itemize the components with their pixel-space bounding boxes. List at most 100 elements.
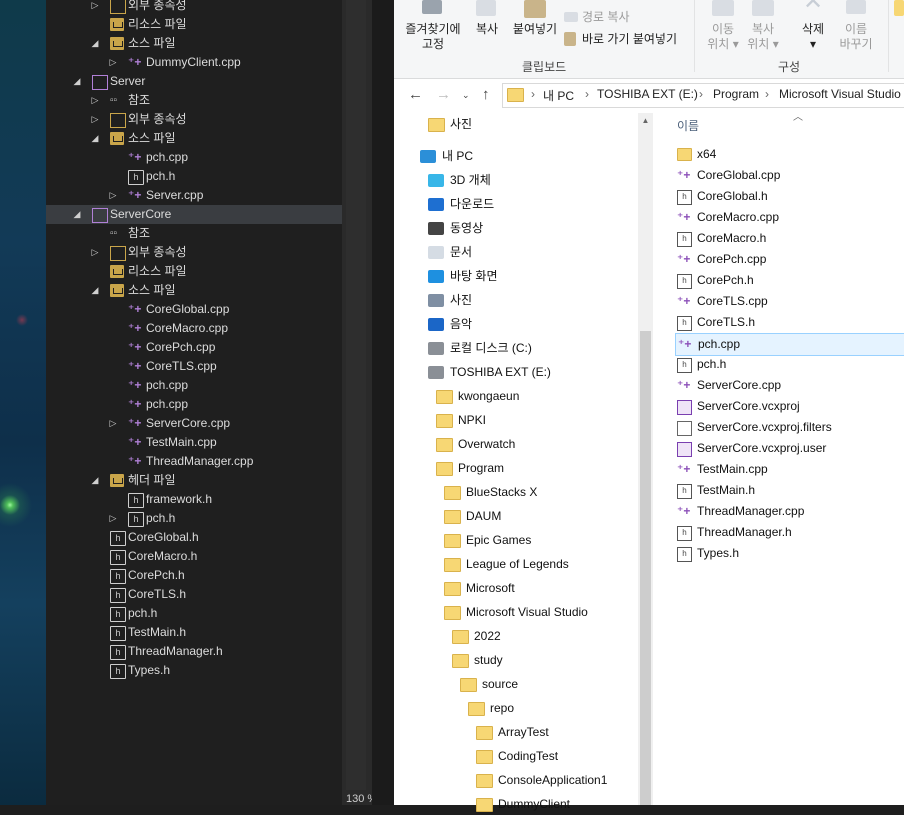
breadcrumb-drive[interactable]: TOSHIBA EXT (E:) xyxy=(597,87,698,101)
expand-arrow-icon[interactable]: ▷ xyxy=(90,0,100,15)
tree-item[interactable]: ▷ h pch.h xyxy=(46,509,342,528)
breadcrumb-separator-icon[interactable]: › xyxy=(699,87,703,101)
expand-arrow-icon[interactable]: ▷ xyxy=(108,186,118,205)
tree-item[interactable]: ▷ 외부 종속성 xyxy=(46,0,342,15)
tree-item[interactable]: ⁺+ CoreGlobal.cpp xyxy=(46,300,342,319)
file-row[interactable]: ServerCore.vcxproj.filters xyxy=(675,417,904,438)
file-row[interactable]: ⁺+ CoreGlobal.cpp xyxy=(675,165,904,186)
file-row[interactable]: x64 xyxy=(675,144,904,165)
breadcrumb-separator-icon[interactable]: › xyxy=(531,87,535,101)
tree-item[interactable]: h CoreTLS.h xyxy=(46,585,342,604)
copy-to-button[interactable]: 복사 위치 ▾ xyxy=(740,22,786,52)
tree-item[interactable]: ⁺+ CorePch.cpp xyxy=(46,338,342,357)
collapse-arrow-icon[interactable]: ◢ xyxy=(90,471,100,490)
name-column-header[interactable]: 이름 xyxy=(677,117,699,134)
tree-item[interactable]: ▷ 외부 종속성 xyxy=(46,243,342,262)
tree-item[interactable]: ◢ ServerCore xyxy=(46,205,342,224)
file-row[interactable]: ServerCore.vcxproj.user xyxy=(675,438,904,459)
file-row[interactable]: ⁺+ CorePch.cpp xyxy=(675,249,904,270)
file-row[interactable]: ServerCore.vcxproj xyxy=(675,396,904,417)
file-row[interactable]: ⁺+ ThreadManager.cpp xyxy=(675,501,904,522)
copy-path-button[interactable]: 경로 복사 xyxy=(582,10,630,25)
tree-item[interactable]: h pch.h xyxy=(46,167,342,186)
tree-item[interactable]: ◢ 소스 파일 xyxy=(46,34,342,53)
tree-item[interactable]: h CoreGlobal.h xyxy=(46,528,342,547)
tree-item[interactable]: ▷ ⁺+ Server.cpp xyxy=(46,186,342,205)
paste-shortcut-button[interactable]: 바로 가기 붙여넣기 xyxy=(582,32,677,47)
copy-button[interactable]: 복사 xyxy=(472,22,502,37)
delete-button[interactable]: 삭제 ▾ xyxy=(794,22,832,52)
scroll-thumb[interactable] xyxy=(346,0,366,790)
tree-item[interactable]: ⁺+ pch.cpp xyxy=(46,376,342,395)
file-row[interactable]: h CoreMacro.h xyxy=(675,228,904,249)
file-row[interactable]: ⁺+ CoreTLS.cpp xyxy=(675,291,904,312)
tree-item[interactable]: ▫▫ 참조 xyxy=(46,224,342,243)
tree-item-label: TestMain.h xyxy=(128,625,187,639)
file-row[interactable]: ⁺+ ServerCore.cpp xyxy=(675,375,904,396)
tree-item[interactable]: h CorePch.h xyxy=(46,566,342,585)
tree-item[interactable]: ◢ 소스 파일 xyxy=(46,129,342,148)
scroll-up-icon[interactable]: ▲ xyxy=(638,113,653,128)
tree-item[interactable]: ◢ 헤더 파일 xyxy=(46,471,342,490)
paste-button[interactable]: 붙여넣기 xyxy=(508,22,562,37)
expand-arrow-icon[interactable]: ▷ xyxy=(108,509,118,528)
tree-item[interactable]: ⁺+ TestMain.cpp xyxy=(46,433,342,452)
tree-item[interactable]: ▷ ⁺+ DummyClient.cpp xyxy=(46,53,342,72)
file-row[interactable]: ⁺+ TestMain.cpp xyxy=(675,459,904,480)
tree-item[interactable]: ⁺+ ThreadManager.cpp xyxy=(46,452,342,471)
tree-item[interactable]: h framework.h xyxy=(46,490,342,509)
expand-arrow-icon[interactable]: ▷ xyxy=(108,414,118,433)
collapse-arrow-icon[interactable]: ◢ xyxy=(90,129,100,148)
tree-item[interactable]: h ThreadManager.h xyxy=(46,642,342,661)
tree-item[interactable]: ◢ Server xyxy=(46,72,342,91)
tree-item[interactable]: ▷ ▫▫ 참조 xyxy=(46,91,342,110)
expand-arrow-icon[interactable]: ▷ xyxy=(90,110,100,129)
pin-to-quick-access-button[interactable]: 즐겨찾기에 고정 xyxy=(398,22,468,52)
recent-locations-chevron-icon[interactable]: ⌄ xyxy=(462,90,470,101)
breadcrumb-separator-icon[interactable]: › xyxy=(585,87,589,101)
tree-item[interactable]: h Types.h xyxy=(46,661,342,680)
file-row[interactable]: h CorePch.h xyxy=(675,270,904,291)
tree-item[interactable]: ▷ 외부 종속성 xyxy=(46,110,342,129)
address-bar[interactable]: › 내 PC › TOSHIBA EXT (E:) › Program › Mi… xyxy=(502,83,904,108)
up-arrow-icon[interactable]: ↑ xyxy=(482,86,490,103)
file-row[interactable]: ⁺+ CoreMacro.cpp xyxy=(675,207,904,228)
breadcrumb-visual-studio[interactable]: Microsoft Visual Studio xyxy=(779,87,901,101)
collapse-arrow-icon[interactable]: ◢ xyxy=(90,281,100,300)
scroll-thumb[interactable] xyxy=(640,331,651,805)
expand-arrow-icon[interactable]: ▷ xyxy=(108,53,118,72)
file-row[interactable]: h pch.h xyxy=(675,354,904,375)
collapse-arrow-icon[interactable]: ◢ xyxy=(72,72,82,91)
tree-item[interactable]: ◢ 소스 파일 xyxy=(46,281,342,300)
breadcrumb-separator-icon[interactable]: › xyxy=(765,87,769,101)
tree-item[interactable]: ⁺+ pch.cpp xyxy=(46,148,342,167)
file-row[interactable]: h CoreGlobal.h xyxy=(675,186,904,207)
file-row[interactable]: ⁺+ pch.cpp xyxy=(675,333,904,356)
navigation-pane-scrollbar[interactable]: ▲ xyxy=(638,113,653,805)
file-row[interactable]: h ThreadManager.h xyxy=(675,522,904,543)
rename-button[interactable]: 이름 바꾸기 xyxy=(834,22,878,52)
forward-arrow-icon[interactable]: → xyxy=(436,86,451,103)
tree-item[interactable]: h pch.h xyxy=(46,604,342,623)
nav-item-label: 다운로드 xyxy=(450,197,495,211)
tree-item[interactable]: ⁺+ pch.cpp xyxy=(46,395,342,414)
delete-icon: ✕ xyxy=(802,0,824,15)
file-row[interactable]: h TestMain.h xyxy=(675,480,904,501)
tree-item[interactable]: 리소스 파일 xyxy=(46,15,342,34)
breadcrumb-this-pc[interactable]: 내 PC xyxy=(543,87,574,104)
collapse-arrow-icon[interactable]: ◢ xyxy=(72,205,82,224)
back-arrow-icon[interactable]: ← xyxy=(408,86,423,103)
file-row[interactable]: h Types.h xyxy=(675,543,904,564)
solution-explorer-scrollbar[interactable] xyxy=(342,0,372,805)
collapse-arrow-icon[interactable]: ◢ xyxy=(90,34,100,53)
breadcrumb-program[interactable]: Program xyxy=(713,87,759,101)
tree-item[interactable]: h TestMain.h xyxy=(46,623,342,642)
expand-arrow-icon[interactable]: ▷ xyxy=(90,243,100,262)
tree-item[interactable]: h CoreMacro.h xyxy=(46,547,342,566)
tree-item[interactable]: ⁺+ CoreTLS.cpp xyxy=(46,357,342,376)
file-row[interactable]: h CoreTLS.h xyxy=(675,312,904,333)
tree-item[interactable]: ⁺+ CoreMacro.cpp xyxy=(46,319,342,338)
expand-arrow-icon[interactable]: ▷ xyxy=(90,91,100,110)
tree-item[interactable]: 리소스 파일 xyxy=(46,262,342,281)
tree-item[interactable]: ▷ ⁺+ ServerCore.cpp xyxy=(46,414,342,433)
